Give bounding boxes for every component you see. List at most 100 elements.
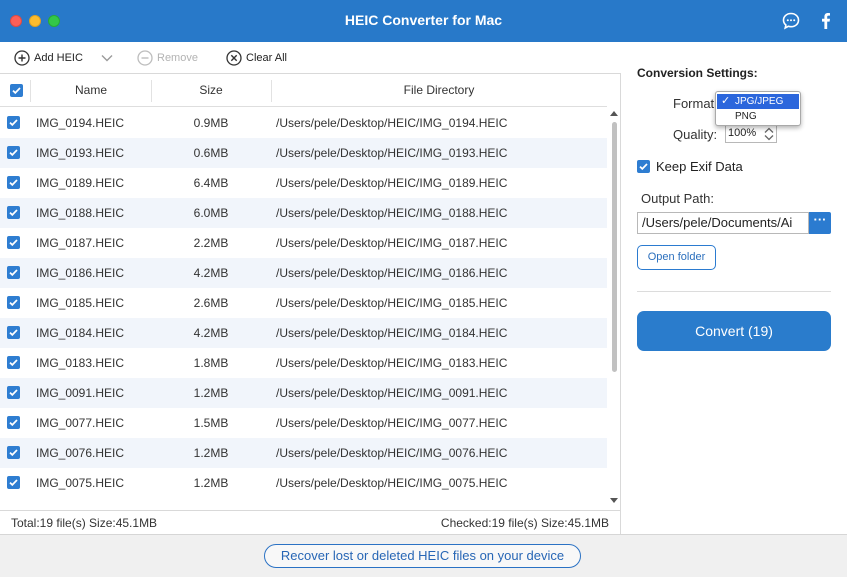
- row-checkbox[interactable]: [7, 206, 20, 219]
- convert-button[interactable]: Convert (19): [637, 311, 831, 351]
- checkmark-icon: [9, 449, 18, 457]
- checkmark-icon: [9, 269, 18, 277]
- row-checkbox[interactable]: [7, 416, 20, 429]
- file-name: IMG_0091.HEIC: [36, 386, 125, 400]
- scroll-down-arrow-icon[interactable]: [610, 498, 618, 504]
- divider: [637, 291, 831, 292]
- row-checkbox[interactable]: [7, 116, 20, 129]
- add-dropdown-button[interactable]: [100, 49, 118, 67]
- file-size: 2.6MB: [193, 296, 229, 310]
- conversion-settings-panel: Conversion Settings: Format: Quality: 10…: [622, 42, 847, 534]
- quality-stepper[interactable]: 100%: [725, 124, 777, 143]
- table-row[interactable]: IMG_0184.HEIC 4.2MB/Users/pele/Desktop/HE…: [0, 318, 607, 348]
- table-row[interactable]: IMG_0077.HEIC 1.5MB/Users/pele/Desktop/HE…: [0, 408, 607, 438]
- keep-exif-option[interactable]: Keep Exif Data: [637, 159, 743, 174]
- settings-heading: Conversion Settings:: [637, 66, 758, 80]
- add-heic-button[interactable]: Add HEIC: [14, 49, 83, 67]
- recover-files-link[interactable]: Recover lost or deleted HEIC files on yo…: [264, 544, 581, 568]
- app-title: HEIC Converter for Mac: [344, 12, 503, 28]
- minus-circle-icon: [137, 50, 153, 66]
- table-row[interactable]: IMG_0193.HEIC 0.6MB/Users/pele/Desktop/HE…: [0, 138, 607, 168]
- chevron-down-icon: [101, 55, 113, 62]
- file-name: IMG_0077.HEIC: [36, 416, 125, 430]
- table-row[interactable]: IMG_0186.HEIC 4.2MB/Users/pele/Desktop/HE…: [0, 258, 607, 288]
- file-directory: /Users/pele/Desktop/HEIC/IMG_0077.HEIC: [276, 416, 508, 430]
- column-header-directory[interactable]: File Directory: [271, 74, 607, 107]
- table-row[interactable]: IMG_0187.HEIC 2.2MB/Users/pele/Desktop/HE…: [0, 228, 607, 258]
- output-path-label: Output Path:: [641, 191, 714, 206]
- row-checkbox[interactable]: [7, 266, 20, 279]
- checkmark-icon: [9, 209, 18, 217]
- checkmark-icon: [9, 389, 18, 397]
- quality-label: Quality:: [673, 127, 718, 142]
- row-checkbox[interactable]: [7, 146, 20, 159]
- vertical-scrollbar[interactable]: [607, 108, 620, 510]
- checked-summary: Checked:19 file(s) Size:45.1MB: [440, 516, 609, 530]
- file-size: 0.6MB: [193, 146, 229, 160]
- table-row[interactable]: IMG_0075.HEIC 1.2MB/Users/pele/Desktop/HE…: [0, 468, 607, 498]
- scroll-thumb[interactable]: [612, 122, 617, 372]
- keep-exif-label: Keep Exif Data: [656, 159, 743, 174]
- table-row[interactable]: IMG_0185.HEIC 2.6MB/Users/pele/Desktop/HE…: [0, 288, 607, 318]
- scroll-up-arrow-icon[interactable]: [610, 110, 618, 116]
- file-size: 1.5MB: [193, 416, 229, 430]
- open-folder-button[interactable]: Open folder: [637, 245, 716, 270]
- table-row[interactable]: IMG_0189.HEIC 6.4MB/Users/pele/Desktop/HE…: [0, 168, 607, 198]
- table-row[interactable]: IMG_0091.HEIC 1.2MB/Users/pele/Desktop/HE…: [0, 378, 607, 408]
- keep-exif-checkbox[interactable]: [637, 160, 650, 173]
- remove-button[interactable]: Remove: [137, 49, 198, 67]
- table-row[interactable]: IMG_0188.HEIC 6.0MB/Users/pele/Desktop/HE…: [0, 198, 607, 228]
- checkmark-icon: [9, 479, 18, 487]
- file-directory: /Users/pele/Desktop/HEIC/IMG_0194.HEIC: [276, 116, 508, 130]
- format-option-selected[interactable]: ✓ JPG/JPEG: [717, 94, 799, 109]
- file-directory: /Users/pele/Desktop/HEIC/IMG_0185.HEIC: [276, 296, 508, 310]
- facebook-icon[interactable]: [816, 11, 836, 31]
- file-name: IMG_0075.HEIC: [36, 476, 125, 490]
- file-size: 1.2MB: [193, 386, 229, 400]
- format-label: Format:: [673, 96, 718, 111]
- file-directory: /Users/pele/Desktop/HEIC/IMG_0075.HEIC: [276, 476, 508, 490]
- file-name: IMG_0193.HEIC: [36, 146, 125, 160]
- column-header-size[interactable]: Size: [151, 74, 271, 107]
- checkmark-icon: ✓: [721, 95, 731, 107]
- row-checkbox[interactable]: [7, 326, 20, 339]
- file-size: 4.2MB: [193, 326, 229, 340]
- row-checkbox[interactable]: [7, 296, 20, 309]
- clear-all-button[interactable]: Clear All: [226, 49, 287, 67]
- row-checkbox[interactable]: [7, 446, 20, 459]
- column-header-name[interactable]: Name: [31, 74, 151, 107]
- browse-button[interactable]: ···: [809, 212, 831, 234]
- format-dropdown-menu[interactable]: ✓ JPG/JPEG PNG: [715, 91, 801, 126]
- x-circle-icon: [226, 50, 242, 66]
- table-header: Name Size File Directory: [0, 74, 607, 107]
- file-directory: /Users/pele/Desktop/HEIC/IMG_0183.HEIC: [276, 356, 508, 370]
- add-heic-label: Add HEIC: [34, 52, 83, 64]
- table-row[interactable]: IMG_0183.HEIC 1.8MB/Users/pele/Desktop/HE…: [0, 348, 607, 378]
- row-checkbox[interactable]: [7, 176, 20, 189]
- chat-icon[interactable]: [781, 11, 801, 31]
- select-all-checkbox[interactable]: [10, 84, 23, 97]
- row-checkbox[interactable]: [7, 476, 20, 489]
- checkmark-icon: [639, 163, 648, 171]
- table-body: IMG_0194.HEIC 0.9MB/Users/pele/Desktop/HE…: [0, 108, 607, 498]
- row-checkbox[interactable]: [7, 386, 20, 399]
- file-directory: /Users/pele/Desktop/HEIC/IMG_0186.HEIC: [276, 266, 508, 280]
- file-name: IMG_0187.HEIC: [36, 236, 125, 250]
- file-name: IMG_0184.HEIC: [36, 326, 125, 340]
- file-name: IMG_0186.HEIC: [36, 266, 125, 280]
- checkmark-icon: [9, 179, 18, 187]
- toolbar: Add HEIC Remove Clear All: [0, 42, 621, 74]
- file-size: 6.4MB: [193, 176, 229, 190]
- clear-all-label: Clear All: [246, 52, 287, 64]
- stepper-arrows-icon[interactable]: [763, 126, 775, 142]
- file-name: IMG_0194.HEIC: [36, 116, 125, 130]
- remove-label: Remove: [157, 52, 198, 64]
- table-row[interactable]: IMG_0076.HEIC 1.2MB/Users/pele/Desktop/HE…: [0, 438, 607, 468]
- format-option[interactable]: PNG: [717, 109, 799, 124]
- checkmark-icon: [9, 119, 18, 127]
- output-path-field[interactable]: /Users/pele/Documents/Ai: [637, 212, 809, 234]
- table-row[interactable]: IMG_0194.HEIC 0.9MB/Users/pele/Desktop/HE…: [0, 108, 607, 138]
- checkmark-icon: [9, 239, 18, 247]
- row-checkbox[interactable]: [7, 236, 20, 249]
- row-checkbox[interactable]: [7, 356, 20, 369]
